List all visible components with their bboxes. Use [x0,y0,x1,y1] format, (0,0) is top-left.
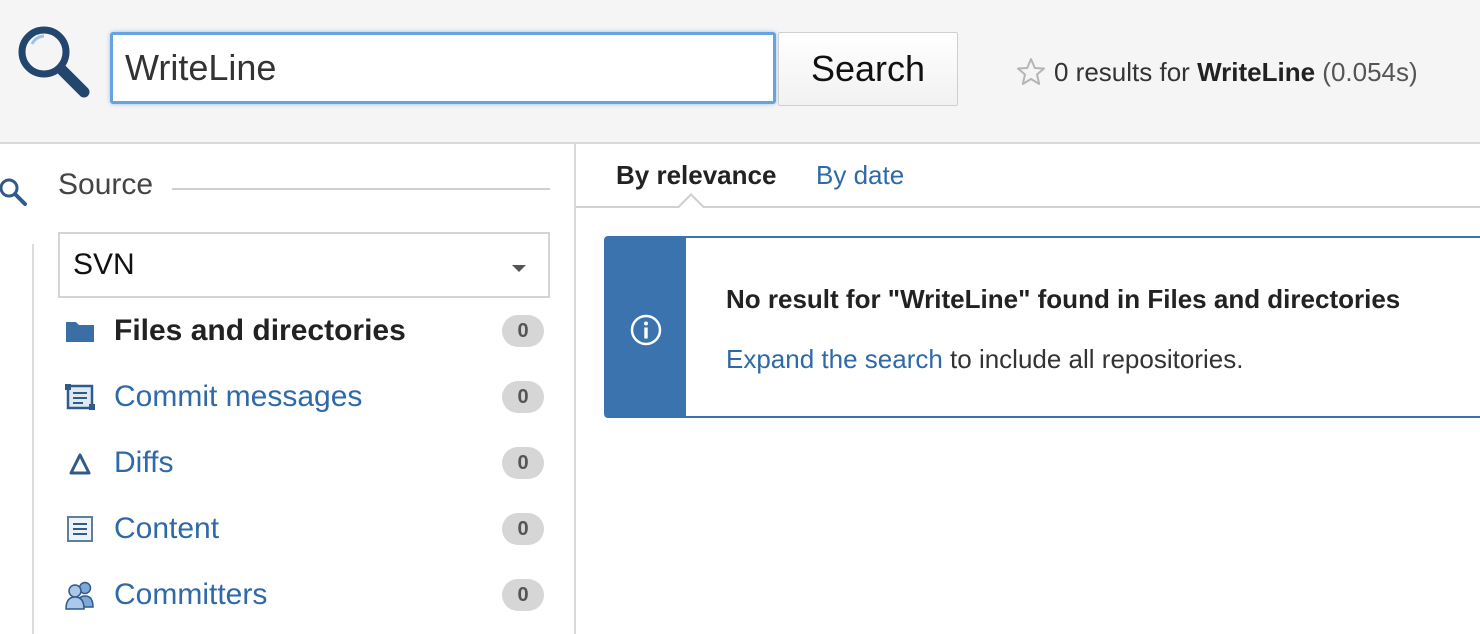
facet-content[interactable]: Content 0 [34,504,550,554]
info-icon [630,314,662,346]
source-select-value: SVN [73,248,135,281]
count-badge: 0 [502,513,544,545]
chevron-down-icon [512,265,526,272]
commit-message-icon [65,384,95,410]
notice-title: No result for "WriteLine" found in Files… [726,284,1401,314]
folder-icon [66,322,94,342]
tab-by-date[interactable]: By date [816,160,904,191]
active-tab-pointer-fill [678,196,704,209]
notice-text-rest: to include all repositories. [942,344,1244,374]
search-button[interactable]: Search [778,32,958,106]
source-sidebar: Source SVN Files and directories 0 Commi… [34,144,574,634]
tab-by-relevance[interactable]: By relevance [616,160,776,191]
result-summary: 0 results for WriteLine (0.054s) [1016,52,1418,92]
delta-icon [69,453,91,475]
search-icon[interactable] [0,176,28,206]
search-input[interactable] [110,32,776,104]
notice-text: Expand the search to include all reposit… [726,344,1243,375]
result-count: 0 results for [1054,56,1190,87]
result-time: (0.054s) [1322,56,1418,87]
count-badge: 0 [502,315,544,347]
source-heading: Source [58,168,154,201]
facet-label: Content [114,512,220,545]
results-panel: By relevance By date No result for "Writ… [576,144,1480,634]
no-results-notice: No result for "WriteLine" found in Files… [604,236,1480,418]
facet-label: Files and directories [114,314,406,347]
facet-diffs[interactable]: Diffs 0 [34,438,550,488]
facet-label: Diffs [114,446,174,479]
users-icon [65,581,94,610]
facet-label: Committers [114,578,268,611]
count-badge: 0 [502,381,544,413]
result-query: WriteLine [1197,56,1316,87]
content-document-icon [67,516,93,542]
magnifier-icon [18,26,90,98]
count-badge: 0 [502,579,544,611]
count-badge: 0 [502,447,544,479]
star-outline-icon[interactable] [1016,57,1046,87]
sort-tabs: By relevance By date [576,144,1480,209]
collapsed-panel [0,144,34,634]
facet-commit-messages[interactable]: Commit messages 0 [34,372,550,422]
expand-search-link[interactable]: Expand the search [726,344,943,374]
heading-rule [172,188,550,190]
source-select[interactable]: SVN [58,232,550,298]
facet-label: Commit messages [114,380,363,413]
facet-committers[interactable]: Committers 0 [34,570,550,620]
facet-files-and-directories[interactable]: Files and directories 0 [34,306,550,356]
header-bar: Search 0 results for WriteLine (0.054s) [0,0,1480,144]
notice-accent-bar [606,238,686,416]
